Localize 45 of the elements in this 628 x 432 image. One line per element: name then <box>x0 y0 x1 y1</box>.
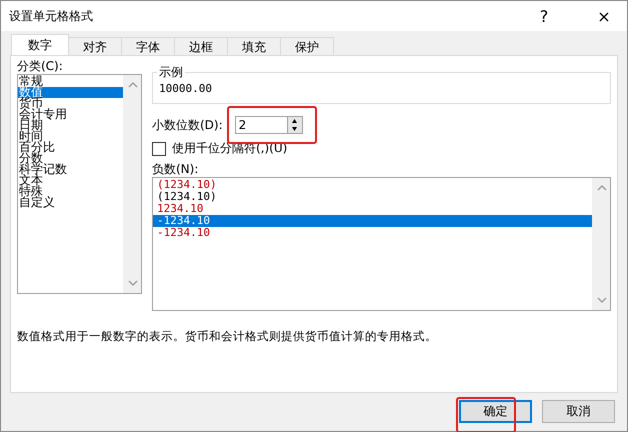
scroll-up-icon[interactable] <box>596 184 606 192</box>
spin-buttons[interactable] <box>286 116 303 134</box>
category-item[interactable]: 日期 <box>18 120 123 131</box>
scroll-down-icon[interactable] <box>128 279 138 287</box>
tab[interactable]: 数字 <box>11 34 69 55</box>
category-item[interactable]: 分数 <box>18 153 123 164</box>
negative-format-item[interactable]: (1234.10) <box>153 191 592 203</box>
negative-numbers-label: 负数(N): <box>152 161 200 177</box>
category-item[interactable]: 科学记数 <box>18 164 123 175</box>
category-item[interactable]: 特殊 <box>18 186 123 197</box>
tab[interactable]: 边框 <box>174 37 228 55</box>
category-item[interactable]: 百分比 <box>18 142 123 153</box>
negative-format-item[interactable]: -1234.10 <box>153 227 592 239</box>
checkbox[interactable] <box>152 142 166 156</box>
description-text: 数值格式用于一般数字的表示。货币和会计格式则提供货币值计算的专用格式。 <box>17 329 438 344</box>
tab[interactable]: 填充 <box>227 37 281 55</box>
tab[interactable]: 保护 <box>280 37 334 55</box>
category-label: 分类(C): <box>17 58 64 74</box>
decimal-places-label: 小数位数(D): <box>152 116 223 134</box>
sample-label: 示例 <box>157 64 185 81</box>
category-list[interactable]: 常规 数值 货币 会计专用 日期 时间 百分比 分数 科学记数 文本 特殊 自定义 <box>17 74 142 294</box>
category-item[interactable]: 常规 <box>18 76 123 87</box>
sample-value: 10000.00 <box>159 82 212 95</box>
decimal-places-field[interactable]: 2 <box>234 116 287 134</box>
scrollbar[interactable] <box>592 178 610 310</box>
negative-numbers-list[interactable]: (1234.10) (1234.10) 1234.10 -1234.10 -1234.10 <box>152 177 611 311</box>
category-item[interactable]: 时间 <box>18 131 123 142</box>
tab[interactable]: 字体 <box>121 37 175 55</box>
tab[interactable]: 对齐 <box>68 37 122 55</box>
help-button[interactable]: ? <box>521 1 567 31</box>
scroll-up-icon[interactable] <box>128 81 138 89</box>
window-title: 设置单元格格式 <box>9 8 94 24</box>
category-item[interactable]: 数值 <box>18 87 123 98</box>
close-button[interactable]: × <box>581 1 627 31</box>
category-item[interactable]: 会计专用 <box>18 109 123 120</box>
scrollbar[interactable] <box>123 75 141 293</box>
negative-format-item[interactable]: -1234.10 <box>153 215 592 227</box>
ok-button[interactable]: 确定 <box>459 400 532 423</box>
category-item[interactable]: 货币 <box>18 98 123 109</box>
cancel-button[interactable]: 取消 <box>542 400 615 423</box>
negative-format-item[interactable]: (1234.10) <box>153 179 592 191</box>
category-item[interactable]: 自定义 <box>18 197 123 208</box>
scroll-down-icon[interactable] <box>596 296 606 304</box>
negative-format-item[interactable]: 1234.10 <box>153 203 592 215</box>
category-item[interactable]: 文本 <box>18 175 123 186</box>
